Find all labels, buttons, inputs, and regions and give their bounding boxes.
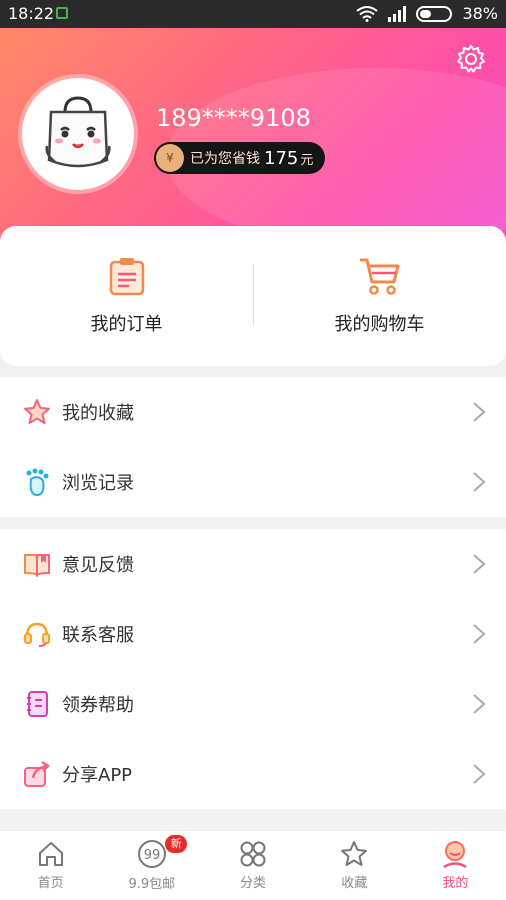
menu-label: 意见反馈 [62,555,134,576]
tab-profile[interactable]: 我的 [405,831,506,900]
profile-header: 189****9108 ¥ 已为您省钱 175 元 [0,28,506,248]
chevron-right-icon [473,694,486,714]
chevron-right-icon [473,472,486,492]
settings-gear-icon[interactable] [456,44,486,74]
menu-group-2: 意见反馈 联系客服 领券帮助 分享APP [0,529,506,809]
headset-icon [22,619,52,649]
menu-item-share-app[interactable]: 分享APP [0,739,506,809]
menu-item-feedback[interactable]: 意见反馈 [0,529,506,599]
battery-percent: 38% [462,4,498,23]
menu-label: 浏览记录 [62,473,134,494]
tab-home[interactable]: 首页 [0,831,101,900]
book-feedback-icon [22,549,52,579]
star-outline-icon [341,841,368,866]
quick-actions-divider [253,264,254,326]
tab-free-shipping[interactable]: 99 新 9.9包邮 [101,831,202,900]
quick-actions-card: 我的订单 我的购物车 [0,226,506,366]
nine-nine-icon: 99 [137,840,166,868]
footprint-icon [22,467,52,497]
savings-amount: 175 [264,147,299,169]
tab-label: 收藏 [341,876,368,891]
home-icon [38,842,63,866]
status-bar: 18:22 38% [0,0,506,28]
menu-item-customer-service[interactable]: 联系客服 [0,599,506,669]
savings-prefix: 已为您省钱 [190,151,260,167]
chevron-right-icon [473,554,486,574]
shopping-cart-icon [359,258,399,295]
menu-label: 联系客服 [62,625,134,646]
menu-label: 分享APP [62,765,133,786]
notebook-icon [22,689,52,719]
shopping-bag-mascot-icon [45,96,111,168]
menu-item-favorites[interactable]: 我的收藏 [0,377,506,447]
menu-label: 我的收藏 [62,403,134,424]
tab-label: 我的 [442,876,469,891]
chevron-right-icon [473,402,486,422]
tab-label: 首页 [37,876,64,891]
signal-icon [388,5,407,22]
share-icon [22,759,52,789]
battery-icon [416,5,453,22]
user-phone: 189****9108 [156,104,311,132]
my-cart-label: 我的购物车 [334,314,425,335]
menu-item-history[interactable]: 浏览记录 [0,447,506,517]
tab-favorites[interactable]: 收藏 [304,831,405,900]
my-orders-button[interactable]: 我的订单 [0,226,253,366]
category-icon [240,841,266,867]
bottom-tab-bar: 首页 99 新 9.9包邮 分类 收藏 我的 [0,830,506,900]
money-bag-icon: ¥ [156,144,184,172]
tab-category[interactable]: 分类 [202,831,303,900]
my-orders-label: 我的订单 [90,314,163,335]
order-clipboard-icon [109,258,144,296]
new-badge: 新 [165,835,188,853]
wifi-icon [356,5,379,22]
menu-group-1: 我的收藏 浏览记录 [0,377,506,517]
my-cart-button[interactable]: 我的购物车 [253,226,506,366]
svg-text:99: 99 [144,848,161,863]
menu-label: 领券帮助 [62,695,134,716]
sim-icon [56,7,68,19]
chevron-right-icon [473,764,486,784]
status-time: 18:22 [8,4,55,23]
user-icon [443,841,468,868]
avatar[interactable] [22,78,134,190]
star-icon [22,397,52,427]
chevron-right-icon [473,624,486,644]
status-right: 38% [356,4,498,23]
tab-label: 9.9包邮 [128,877,176,892]
savings-badge: ¥ 已为您省钱 175 元 [154,142,326,174]
savings-unit: 元 [300,152,314,168]
tab-label: 分类 [240,876,267,891]
menu-item-coupon-help[interactable]: 领券帮助 [0,669,506,739]
